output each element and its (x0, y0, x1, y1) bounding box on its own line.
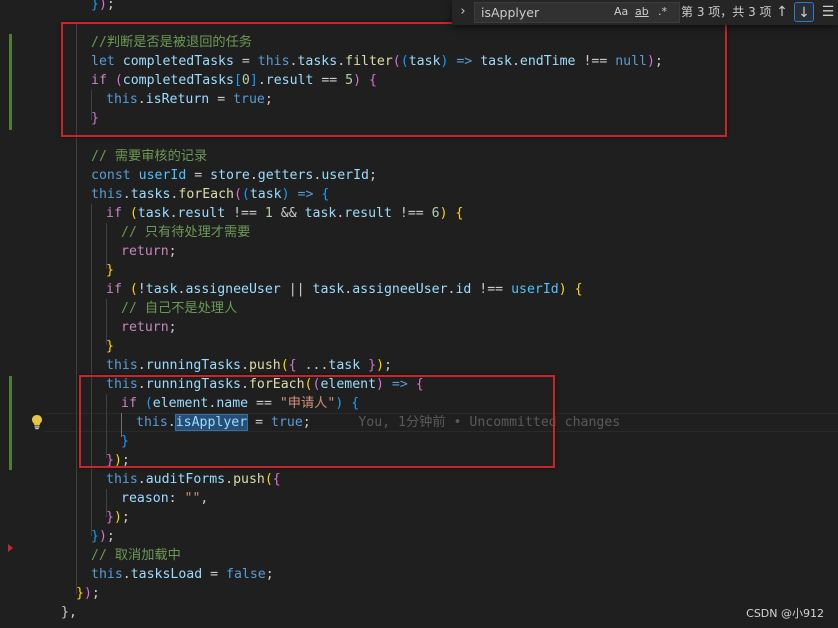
find-input[interactable]: isApplyer (474, 2, 680, 23)
code-line: this.tasks.forEach((task) => { (91, 187, 330, 202)
selection-menu-icon[interactable]: ☰ (818, 2, 838, 22)
code-line: if (!task.assigneeUser || task.assigneeU… (106, 282, 583, 297)
code-line: }); (91, 0, 115, 12)
annotation-box-applicant (79, 375, 555, 468)
modified-lines-indicator (9, 34, 12, 130)
find-input-value: isApplyer (481, 5, 540, 20)
code-line: return; (121, 244, 177, 259)
toggle-replace-icon[interactable]: › (452, 0, 474, 25)
regex-toggle[interactable]: .* (658, 3, 667, 21)
string-literal: "" (184, 491, 201, 506)
comment: // 只有待处理才需要 (121, 225, 251, 240)
code-line: this.tasksLoad = false; (91, 567, 274, 582)
code-line: return; (121, 320, 177, 335)
code-line: // 只有待处理才需要 (121, 223, 250, 242)
code-line: } (106, 339, 114, 354)
code-line: } (106, 263, 114, 278)
code-line: }); (76, 586, 100, 601)
match-case-toggle[interactable]: Aa (614, 3, 628, 21)
comment: // 自己不是处理人 (121, 301, 238, 316)
code-line: this.auditForms.push({ (106, 472, 281, 487)
code-line: // 需要审核的记录 (91, 147, 207, 166)
indent-guide (91, 204, 92, 536)
code-line: this.runningTasks.push({ ...task }); (106, 358, 392, 373)
code-line: const userId = store.getters.userId; (91, 168, 377, 183)
code-line: // 取消加载中 (91, 546, 181, 565)
whole-word-toggle[interactable]: ab (635, 3, 649, 21)
comment: // 取消加载中 (91, 548, 181, 563)
code-line: reason: "", (121, 491, 209, 506)
annotation-box-return-check (61, 22, 727, 137)
code-line: // 自己不是处理人 (121, 299, 237, 318)
arrow-down-icon[interactable]: ↓ (794, 2, 814, 22)
lightbulb-icon[interactable] (30, 414, 44, 430)
code-line: }, (61, 605, 77, 620)
find-widget: › isApplyer Aa ab .* 第 3 项，共 3 项 ↑ ↓ ☰ (452, 0, 838, 25)
line-number-gutter (0, 0, 44, 628)
arrow-up-icon[interactable]: ↑ (772, 2, 792, 22)
watermark: CSDN @小912 (746, 607, 824, 620)
code-editor[interactable]: }); //判断是否是被退回的任务 let completedTasks = t… (0, 0, 838, 628)
match-count: 第 3 项，共 3 项 (681, 5, 772, 19)
deleted-line-marker (8, 544, 13, 552)
code-line: if (task.result !== 1 && task.result !==… (106, 206, 464, 221)
code-line: }); (91, 529, 115, 544)
code-line: }); (106, 510, 130, 525)
comment: // 需要审核的记录 (91, 149, 208, 164)
modified-lines-indicator (9, 376, 12, 470)
